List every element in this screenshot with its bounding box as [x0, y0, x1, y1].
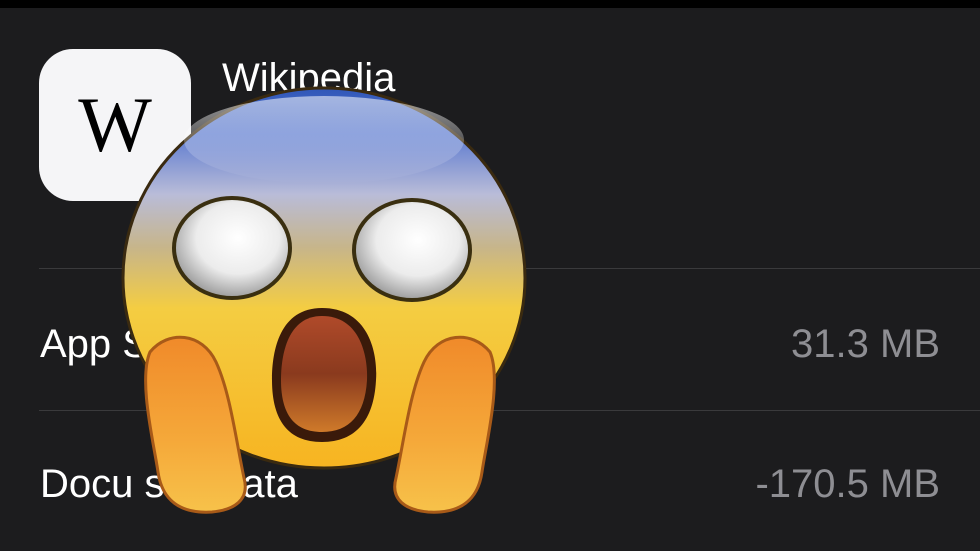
app-size-value: 31.3 MB	[791, 322, 940, 366]
top-edge	[0, 0, 980, 8]
face-screaming-in-fear-icon	[121, 86, 527, 514]
documents-data-value: -170.5 MB	[755, 462, 940, 506]
app-storage-screen: W Wikipedia tion App S 31.3 MB Docu s & …	[0, 0, 980, 551]
